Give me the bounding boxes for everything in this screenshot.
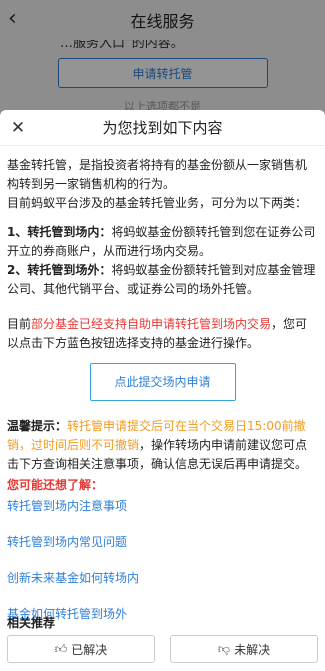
sheet-header: ✕ 为您找到如下内容 <box>0 110 325 146</box>
submit-in-exchange-button[interactable]: 点此提交场内申请 <box>89 363 236 401</box>
sheet-content: 基金转托管，是指投资者将持有的基金份额从一家销售机构转到另一家销售机构的行为。 … <box>0 146 325 624</box>
related-recommend-label: 相关推荐 <box>7 616 56 630</box>
notice-prefix: 目前 <box>7 317 32 331</box>
link-in-exchange-faq[interactable]: 转托管到场内常见问题 <box>7 533 318 552</box>
feedback-bar: 👍︎ 已解决 👎︎ 未解决 <box>0 635 325 671</box>
tip-label: 温馨提示： <box>7 419 68 433</box>
link-in-exchange-notes[interactable]: 转托管到场内注意事项 <box>7 497 318 516</box>
unsolved-label: 未解决 <box>234 642 271 657</box>
tip-paragraph: 温馨提示：转托管申请提交后可在当个交易日15:00前撤销，过时间后则不可撤销，操… <box>7 417 318 474</box>
intro-categories: 目前蚂蚁平台涉及的基金转托管业务，可分为以下两类： <box>7 196 308 210</box>
type-in-exchange-label: 1、转托管到场内： <box>7 225 112 239</box>
close-icon[interactable]: ✕ <box>6 116 30 140</box>
transfer-types: 1、转托管到场内：将蚂蚁基金份额转托管到您在证券公司开立的券商账户，从而进行场内… <box>7 223 318 299</box>
thumbs-down-icon: 👎︎ <box>217 641 231 656</box>
solved-button[interactable]: 👍︎ 已解决 <box>7 635 155 663</box>
intro-paragraph: 基金转托管，是指投资者将持有的基金份额从一家销售机构转到另一家销售机构的行为。 … <box>7 156 318 213</box>
type-in-exchange: 1、转托管到场内：将蚂蚁基金份额转托管到您在证券公司开立的券商账户，从而进行场内… <box>7 223 318 261</box>
unsolved-button[interactable]: 👎︎ 未解决 <box>170 635 318 663</box>
notice-highlight: 部分基金已经支持自助申请转托管到场内交易 <box>31 317 272 331</box>
thumbs-up-icon: 👍︎ <box>54 641 68 656</box>
type-off-exchange: 2、转托管到场外：将蚂蚁基金份额转托管到对应基金管理公司、其他代销平台、或证券公… <box>7 261 318 299</box>
action-wrap: 点此提交场内申请 <box>7 363 318 401</box>
result-sheet: ✕ 为您找到如下内容 基金转托管，是指投资者将持有的基金份额从一家销售机构转到另… <box>0 110 325 671</box>
intro-definition: 基金转托管，是指投资者将持有的基金份额从一家销售机构转到另一家销售机构的行为。 <box>7 158 308 191</box>
maybe-label: 您可能还想了解： <box>7 478 104 492</box>
type-off-exchange-label: 2、转托管到场外： <box>7 263 112 277</box>
solved-label: 已解决 <box>71 642 108 657</box>
notice-paragraph: 目前部分基金已经支持自助申请转托管到场内交易，您可以点击下方蓝色按钮选择支持的基… <box>7 315 318 353</box>
sheet-title: 为您找到如下内容 <box>102 119 223 137</box>
related-links: 转托管到场内注意事项 转托管到场内常见问题 创新未来基金如何转场内 基金如何转托… <box>7 497 318 624</box>
link-innovation-fund[interactable]: 创新未来基金如何转场内 <box>7 569 318 588</box>
